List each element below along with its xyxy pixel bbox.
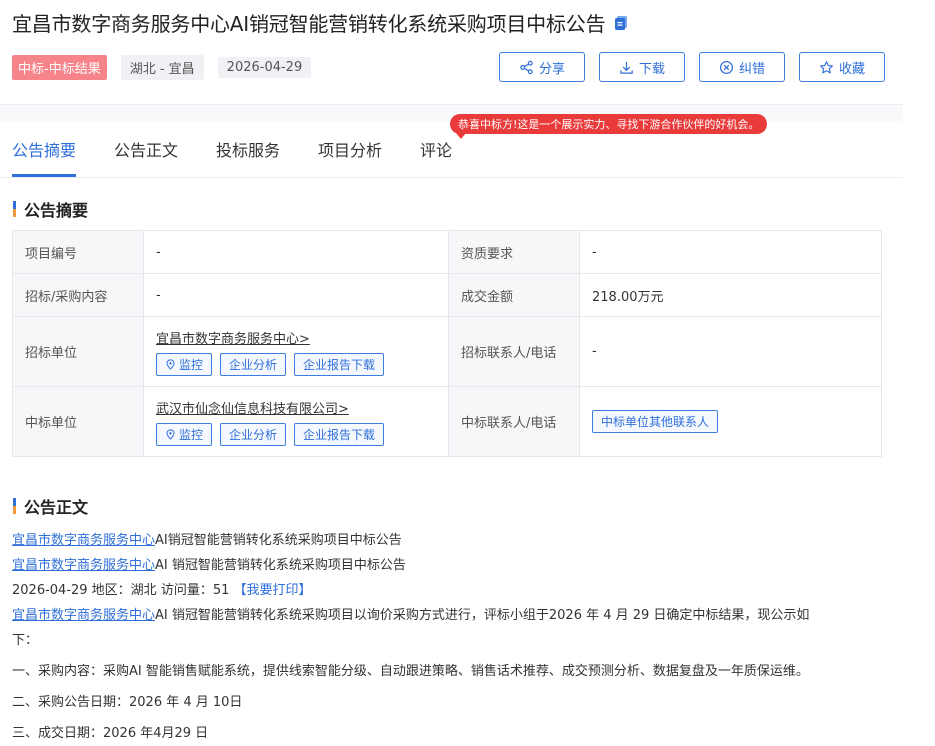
body-line: 二、采购公告日期：2026 年 4 月 10日: [12, 695, 243, 710]
download-button[interactable]: 下载: [599, 52, 685, 82]
share-icon: [520, 60, 533, 74]
meta-row: 中标-中标结果 湖北 - 宜昌 2026-04-29: [12, 55, 312, 80]
status-badge: 中标-中标结果: [12, 55, 107, 80]
content-heading-text: 公告正文: [24, 498, 89, 517]
amount-label: 成交金额: [448, 273, 580, 317]
buyer-analysis-button[interactable]: 企业分析: [220, 352, 287, 376]
project-no-label: 项目编号: [12, 230, 144, 274]
body-line: 三、成交日期：2026 年4月29 日: [12, 726, 209, 741]
summary-heading-text: 公告摘要: [24, 201, 89, 220]
copy-icon[interactable]: [613, 15, 629, 31]
congrats-tooltip: 恭喜中标方!这是一个展示实力、寻找下游合作伙伴的好机会。: [450, 114, 768, 139]
meta-text: 2026-04-29 地区：湖北 访问量：51: [12, 583, 230, 598]
summary-table: 项目编号 - 资质要求 - 招标/采购内容 - 成交金额 218.00万元 招标…: [12, 230, 882, 457]
tab-analysis[interactable]: 项目分析: [318, 137, 382, 161]
buyer-text-link[interactable]: 宜昌市数字商务服务中心: [12, 533, 155, 548]
table-row: 招标单位 宜昌市数字商务服务中心> 监控 企业分析 企业报告下载 招标联系人/电…: [12, 316, 882, 387]
body-line: 宜昌市数字商务服务中心AI 销冠智能营销转化系统采购项目以询价采购方式进行，评标…: [12, 603, 892, 628]
share-button[interactable]: 分享: [499, 52, 585, 82]
buyer-report-button[interactable]: 企业报告下载: [294, 352, 385, 376]
page: 宜昌市数字商务服务中心AI销冠智能营销转化系统采购项目中标公告 中标-中标结果 …: [0, 0, 903, 741]
section-marker: [13, 201, 16, 217]
winner-report-button[interactable]: 企业报告下载: [294, 422, 385, 446]
winner-analysis-button[interactable]: 企业分析: [220, 422, 287, 446]
correct-button[interactable]: 纠错: [699, 52, 785, 82]
winner-contact-label: 中标联系人/电话: [448, 386, 580, 457]
body-line-text: AI 销冠智能营销转化系统采购项目以询价采购方式进行，评标小组于2026 年 4…: [155, 608, 810, 623]
table-row: 招标/采购内容 - 成交金额 218.00万元: [12, 273, 882, 317]
location-icon: [166, 358, 175, 370]
content-heading: 公告正文: [13, 494, 88, 518]
star-icon: [820, 60, 833, 73]
winner-monitor-button[interactable]: 监控: [156, 422, 213, 446]
favorite-button[interactable]: 收藏: [799, 52, 885, 82]
page-title: 宜昌市数字商务服务中心AI销冠智能营销转化系统采购项目中标公告: [12, 12, 606, 36]
buyer-text-link[interactable]: 宜昌市数字商务服务中心: [12, 608, 155, 623]
buyer-contact-label: 招标联系人/电话: [448, 316, 580, 387]
winner-contact-cell: 中标单位其他联系人: [579, 386, 882, 457]
buyer-monitor-button[interactable]: 监控: [156, 352, 213, 376]
tab-summary[interactable]: 公告摘要: [12, 137, 76, 161]
download-label: 下载: [638, 61, 665, 77]
buyer-monitor-label: 监控: [179, 357, 204, 372]
content-value: -: [143, 273, 449, 317]
body-line: 宜昌市数字商务服务中心AI 销冠智能营销转化系统采购项目中标公告: [12, 553, 892, 578]
buyer-cell: 宜昌市数字商务服务中心> 监控 企业分析 企业报告下载: [143, 316, 449, 387]
announcement-body: 宜昌市数字商务服务中心AI销冠智能营销转化系统采购项目中标公告 宜昌市数字商务服…: [12, 528, 892, 746]
amount-value: 218.00万元: [579, 273, 882, 317]
tab-content[interactable]: 公告正文: [114, 137, 178, 161]
meta-line: 2026-04-29 地区：湖北 访问量：51 【我要打印】: [12, 578, 892, 603]
error-icon: [719, 60, 734, 74]
region-badge: 湖北 - 宜昌: [120, 55, 204, 80]
summary-heading: 公告摘要: [13, 197, 88, 221]
winner-other-contacts-button[interactable]: 中标单位其他联系人: [592, 410, 719, 433]
winner-monitor-label: 监控: [179, 427, 204, 442]
buyer-text-link[interactable]: 宜昌市数字商务服务中心: [12, 558, 155, 573]
action-bar: 分享 下载 纠错 收藏: [499, 52, 885, 82]
section-marker: [13, 498, 16, 514]
body-line-text: AI 销冠智能营销转化系统采购项目中标公告: [155, 558, 406, 573]
content-label: 招标/采购内容: [12, 273, 144, 317]
buyer-link[interactable]: 宜昌市数字商务服务中心>: [156, 328, 310, 347]
qualification-label: 资质要求: [448, 230, 580, 274]
title-row: 宜昌市数字商务服务中心AI销冠智能营销转化系统采购项目中标公告: [12, 8, 629, 37]
share-label: 分享: [538, 61, 565, 77]
winner-label: 中标单位: [12, 386, 144, 457]
buyer-contact-value: -: [579, 316, 882, 387]
winner-button-row: 监控 企业分析 企业报告下载: [156, 422, 436, 446]
buyer-label: 招标单位: [12, 316, 144, 387]
print-link[interactable]: 【我要打印】: [234, 583, 312, 598]
body-line: 宜昌市数字商务服务中心AI销冠智能营销转化系统采购项目中标公告: [12, 528, 892, 553]
project-no-value: -: [143, 230, 449, 274]
date-badge: 2026-04-29: [217, 57, 312, 78]
buyer-button-row: 监控 企业分析 企业报告下载: [156, 352, 436, 376]
winner-link[interactable]: 武汉市仙念仙信息科技有限公司>: [156, 398, 349, 417]
table-row: 项目编号 - 资质要求 -: [12, 230, 882, 274]
winner-cell: 武汉市仙念仙信息科技有限公司> 监控 企业分析 企业报告下载: [143, 386, 449, 457]
download-icon: [620, 61, 633, 74]
favorite-label: 收藏: [838, 61, 865, 77]
correct-label: 纠错: [738, 61, 765, 77]
body-line: 下：: [12, 633, 39, 648]
table-row: 中标单位 武汉市仙念仙信息科技有限公司> 监控 企业分析 企业报告下载 中标联系…: [12, 386, 882, 457]
body-line: 一、采购内容：采购AI 智能销售赋能系统，提供线索智能分级、自动跟进策略、销售话…: [12, 664, 809, 679]
qualification-value: -: [579, 230, 882, 274]
active-tab-indicator: [12, 174, 76, 177]
body-line-text: AI销冠智能营销转化系统采购项目中标公告: [155, 533, 402, 548]
tab-comments[interactable]: 评论: [420, 137, 452, 161]
tab-bid-service[interactable]: 投标服务: [216, 137, 280, 161]
location-icon: [166, 428, 175, 440]
